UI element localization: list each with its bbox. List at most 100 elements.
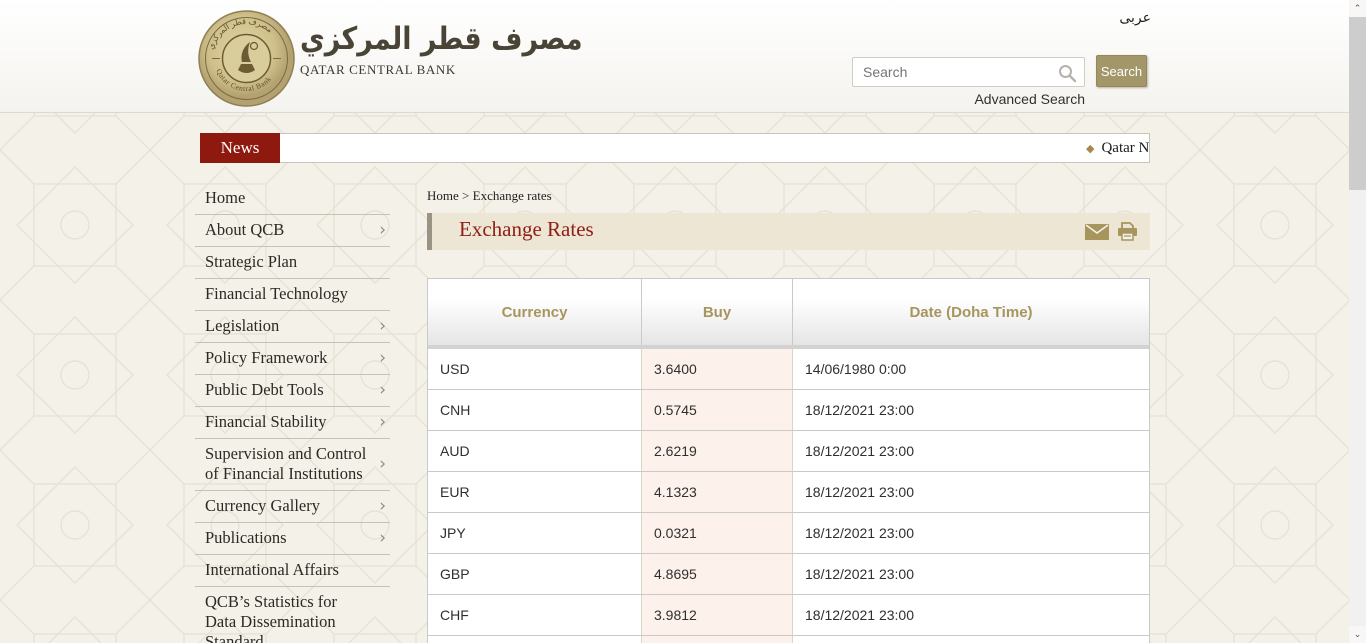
print-icon[interactable] [1117, 222, 1138, 241]
scrollbar-down-arrow-icon[interactable]: ⌄ [1349, 626, 1366, 643]
sidebar-item-qcb-s-statistics-for-data-dissemination-standard[interactable]: QCB’s Statistics for Data Dissemination … [195, 587, 390, 643]
sidebar-item-financial-stability[interactable]: Financial Stability › [195, 407, 390, 439]
logo-wordmark: مصرف قطر المركزي QATAR CENTRAL BANK [300, 24, 440, 78]
cell-currency: USD [428, 349, 641, 389]
title-actions [1085, 222, 1138, 241]
search-icon [1057, 63, 1077, 83]
news-bar: News ◆ Qatar N [0, 133, 1349, 163]
cell-date: 18/12/2021 23:00 [792, 390, 1149, 430]
sidebar-item-publications[interactable]: Publications› [195, 523, 390, 555]
qcb-coin-seal-icon: مصرف قطر المركزي Qatar Central Bank [198, 10, 295, 107]
chevron-right-icon: › [379, 220, 386, 240]
table-row-cnh: CNH0.574518/12/2021 23:00 [428, 390, 1149, 431]
cell-currency: AUD [428, 431, 641, 471]
cell-buy: 0.5745 [641, 390, 792, 430]
qcb-website-page: مصرف قطر المركزي Qatar Central Bank مصرف… [0, 0, 1349, 643]
breadcrumb-separator: > [459, 188, 473, 203]
sidebar-item-financial-technology[interactable]: Financial Technology [195, 279, 390, 311]
table-row-gbp: GBP4.869518/12/2021 23:00 [428, 554, 1149, 595]
search-button[interactable]: Search [1096, 55, 1147, 87]
exchange-rates-table: Currency Buy Date (Doha Time) USD3.64001… [427, 278, 1150, 643]
table-row-chf: CHF3.981218/12/2021 23:00 [428, 595, 1149, 636]
cell-buy: 0.0321 [641, 513, 792, 553]
table-row-eur: EUR4.132318/12/2021 23:00 [428, 472, 1149, 513]
logo-bank-name: QATAR CENTRAL BANK [300, 62, 440, 78]
cell-buy: 2.6219 [641, 431, 792, 471]
chevron-right-icon: › [379, 496, 386, 516]
scrollbar-up-arrow-icon[interactable]: ⌃ [1349, 0, 1366, 17]
advanced-search-link[interactable]: Advanced Search [974, 91, 1085, 107]
chevron-right-icon: › [379, 316, 386, 336]
cell-date: 18/12/2021 23:00 [792, 472, 1149, 512]
cell-date: 18/12/2021 23:00 [792, 513, 1149, 553]
cell-currency: CNH [428, 390, 641, 430]
sidebar-item-supervision-and-control-of-financial-institutions[interactable]: Supervision and Control of Financial Ins… [195, 439, 390, 491]
logo-arabic-calligraphy: مصرف قطر المركزي [300, 22, 440, 59]
sidebar-item-label: Policy Framework [205, 348, 327, 367]
sidebar-item-international-affairs[interactable]: International Affairs [195, 555, 390, 587]
email-icon[interactable] [1085, 224, 1109, 240]
cell-currency: JPY [428, 513, 641, 553]
news-label: News [200, 133, 280, 163]
table-body: USD3.640014/06/1980 0:00CNH0.574518/12/2… [428, 349, 1149, 643]
column-header-buy: Buy [641, 279, 792, 345]
sidebar-nav: Home About QCB › Strategic Plan Financial Te… [195, 183, 390, 643]
sidebar-item-label: Public Debt Tools [205, 380, 324, 399]
sidebar-item-label: International Affairs [205, 560, 339, 579]
breadcrumb-current: Exchange rates [473, 188, 552, 203]
breadcrumb: Home > Exchange rates [427, 188, 552, 204]
arabic-language-link[interactable]: عربى [1119, 10, 1151, 26]
sidebar-item-legislation[interactable]: Legislation › [195, 311, 390, 343]
search-input[interactable] [852, 57, 1085, 87]
page-title-bar: Exchange Rates [427, 213, 1150, 250]
cell-buy: 4.1323 [641, 472, 792, 512]
chevron-right-icon: › [379, 454, 386, 474]
table-row-usd: USD3.640014/06/1980 0:00 [428, 349, 1149, 390]
chevron-right-icon: › [379, 348, 386, 368]
table-row-aud: AUD2.621918/12/2021 23:00 [428, 431, 1149, 472]
cell-date: 18/12/2021 23:00 [792, 554, 1149, 594]
sidebar-item-currency-gallery[interactable]: Currency Gallery › [195, 491, 390, 523]
browser-viewport: ⌃ ⌄ [0, 0, 1366, 643]
sidebar-item-policy-framework[interactable]: Policy Framework › [195, 343, 390, 375]
cell-partial [792, 636, 1149, 643]
site-header: مصرف قطر المركزي Qatar Central Bank مصرف… [0, 0, 1349, 113]
sidebar-item-label: Home [205, 188, 245, 207]
table-row-jpy: JPY0.032118/12/2021 23:00 [428, 513, 1149, 554]
news-ticker-text: Qatar N [1101, 140, 1149, 156]
news-ticker-item[interactable]: ◆ Qatar N [1086, 134, 1149, 162]
sidebar-item-label: Legislation [205, 316, 279, 335]
sidebar-item-label: About QCB [205, 220, 284, 239]
chevron-right-icon: › [379, 380, 386, 400]
sidebar-item-label: Currency Gallery [205, 496, 320, 515]
cell-buy: 4.8695 [641, 554, 792, 594]
scrollbar-thumb[interactable] [1349, 17, 1366, 190]
news-ticker: ◆ Qatar N [280, 133, 1150, 163]
page-title: Exchange Rates [459, 217, 594, 242]
column-header-date: Date (Doha Time) [792, 279, 1149, 345]
sidebar-item-label: QCB’s Statistics for Data Dissemination … [205, 592, 337, 643]
chevron-right-icon: › [379, 412, 386, 432]
sidebar-item-label: Financial Stability [205, 412, 326, 431]
table-row-partial [428, 636, 1149, 643]
diamond-bullet-icon: ◆ [1086, 143, 1094, 155]
breadcrumb-home-link[interactable]: Home [427, 188, 459, 203]
sidebar-item-home[interactable]: Home [195, 183, 390, 215]
cell-currency: GBP [428, 554, 641, 594]
sidebar-item-label: Supervision and Control of Financial Ins… [205, 444, 366, 483]
cell-buy: 3.9812 [641, 595, 792, 635]
browser-scrollbar[interactable]: ⌃ ⌄ [1349, 0, 1366, 643]
column-header-currency: Currency [428, 279, 641, 345]
cell-partial [428, 636, 641, 643]
cell-partial [641, 636, 792, 643]
cell-currency: EUR [428, 472, 641, 512]
table-header-row: Currency Buy Date (Doha Time) [428, 279, 1149, 349]
sidebar-item-strategic-plan[interactable]: Strategic Plan [195, 247, 390, 279]
sidebar-item-public-debt-tools[interactable]: Public Debt Tools › [195, 375, 390, 407]
cell-date: 14/06/1980 0:00 [792, 349, 1149, 389]
qcb-logo[interactable]: مصرف قطر المركزي Qatar Central Bank مصرف… [198, 8, 438, 110]
cell-currency: CHF [428, 595, 641, 635]
sidebar-item-about-qcb[interactable]: About QCB › [195, 215, 390, 247]
sidebar-item-label: Financial Technology [205, 284, 348, 303]
sidebar-item-label: Strategic Plan [205, 252, 297, 271]
